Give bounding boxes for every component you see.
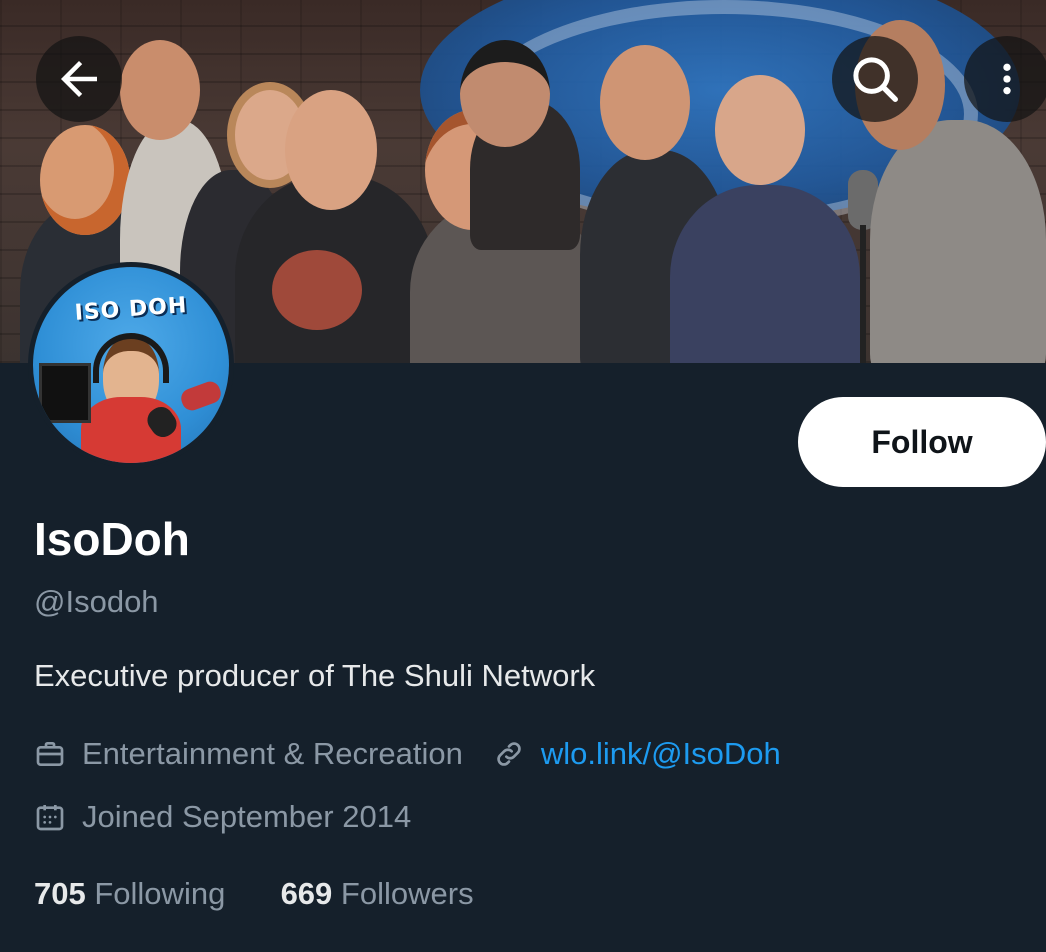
banner-person-head	[120, 40, 200, 140]
following-label: Following	[94, 876, 226, 911]
followers-label: Followers	[340, 876, 474, 911]
search-button[interactable]	[832, 36, 918, 122]
profile-category: Entertainment & Recreation	[82, 736, 463, 771]
banner-mic-stand	[860, 225, 866, 363]
followers-count: 669	[280, 876, 333, 911]
avatar-headphones-icon	[93, 333, 169, 383]
banner-person-head	[600, 45, 690, 160]
following-count: 705	[34, 876, 86, 911]
avatar-image: ISO DOH	[33, 267, 229, 463]
followers-stat[interactable]: 669 Followers	[281, 876, 474, 911]
banner-person-head	[40, 125, 130, 235]
joined-date: Joined September 2014	[82, 799, 412, 834]
banner-person-head	[460, 40, 550, 147]
banner-shirt-logo	[272, 250, 362, 330]
calendar-icon	[34, 801, 66, 833]
profile-website-link[interactable]: wlo.link/@IsoDoh	[541, 736, 781, 772]
avatar-gamepad-icon	[178, 378, 224, 414]
more-options-button[interactable]	[964, 36, 1046, 122]
profile-bio: Executive producer of The Shuli Network	[34, 658, 596, 693]
user-handle: @Isodoh	[34, 584, 159, 619]
profile-stats: 705 Following 669 Followers	[34, 876, 474, 912]
profile-meta-row: Entertainment & Recreation wlo.link/@Iso…	[34, 736, 781, 772]
following-stat[interactable]: 705 Following	[34, 876, 234, 911]
banner-person-head	[715, 75, 805, 185]
back-button[interactable]	[36, 36, 122, 122]
more-vertical-icon	[1003, 63, 1011, 95]
profile-avatar[interactable]: ISO DOH	[28, 262, 234, 468]
avatar-logo-text: ISO DOH	[73, 293, 189, 326]
avatar-monitor	[39, 363, 91, 423]
arrow-left-icon	[61, 61, 97, 97]
banner-person	[870, 120, 1046, 363]
search-icon	[853, 57, 898, 102]
joined-row: Joined September 2014	[34, 799, 411, 835]
follow-button[interactable]: Follow	[798, 397, 1046, 487]
briefcase-icon	[34, 738, 66, 770]
link-icon	[493, 738, 525, 770]
banner-person	[670, 185, 860, 363]
banner-person-head	[285, 90, 377, 210]
display-name: IsoDoh	[34, 513, 190, 565]
